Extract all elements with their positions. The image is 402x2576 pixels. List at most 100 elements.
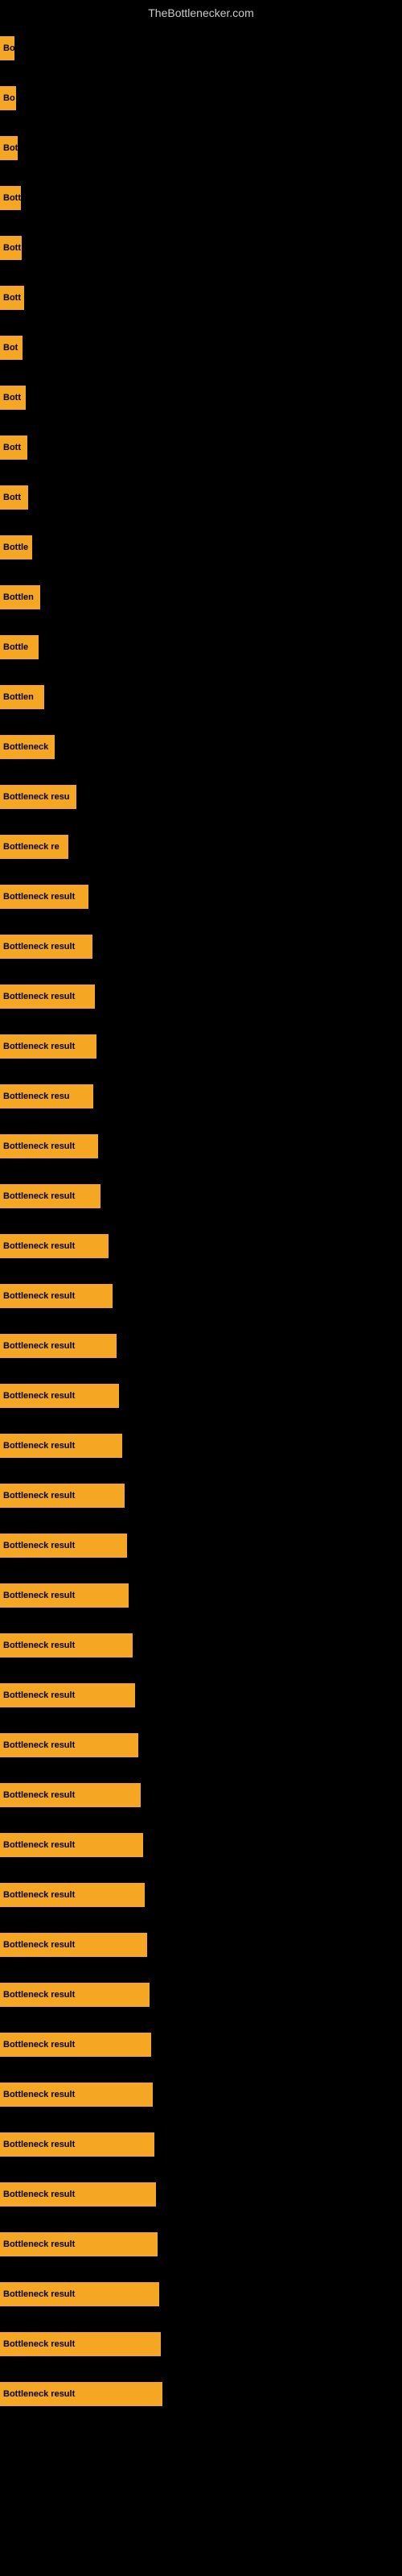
bar-row: Bottleneck result [0,2270,402,2318]
bar-label: Bottleneck result [3,2240,75,2249]
bar-item: Bottlen [0,585,40,609]
bar-row: Bott [0,473,402,522]
bar-row: Bott [0,374,402,422]
bar-item: Bottleneck result [0,1783,141,1807]
bar-item: Bottleneck result [0,1733,138,1757]
bar-label: Bottlen [3,692,34,702]
bars-container: Bo Bo Bot Bott Bott Bott Bot Bott Bott Bott Bottle… [0,24,402,2420]
bar-row: Bottleneck result [0,2120,402,2169]
bar-item: Bottleneck result [0,2132,154,2157]
bar-item: Bott [0,286,24,310]
bar-item: Bottleneck result [0,1484,125,1508]
bar-item: Bottle [0,535,32,559]
bar-row: Bott [0,423,402,472]
bar-label: Bottlen [3,592,34,602]
bar-row: Bottleneck result [0,2370,402,2418]
bar-item: Bottleneck [0,735,55,759]
bar-item: Bott [0,236,22,260]
bar-row: Bottleneck resu [0,1072,402,1121]
bar-label: Bottleneck result [3,1291,75,1301]
bar-row: Bottleneck result [0,1122,402,1170]
bar-item: Bott [0,436,27,460]
bar-row: Bottleneck re [0,823,402,871]
bar-row: Bottlen [0,673,402,721]
bar-item: Bottleneck re [0,835,68,859]
bar-item: Bottleneck result [0,2382,162,2406]
bar-row: Bott [0,274,402,322]
bar-row: Bottleneck result [0,1971,402,2019]
bar-item: Bottle [0,635,39,659]
bar-row: Bottleneck result [0,1521,402,1570]
bar-item: Bottleneck result [0,885,88,909]
bar-label: Bott [3,243,21,253]
bar-row: Bo [0,74,402,122]
bar-row: Bottleneck result [0,873,402,921]
bar-label: Bottleneck result [3,1990,75,2000]
bar-item: Bottleneck result [0,1883,145,1907]
bar-item: Bottleneck result [0,2083,153,2107]
bar-label: Bottleneck result [3,1740,75,1750]
bar-row: Bottleneck result [0,1422,402,1470]
bar-label: Bottleneck result [3,2190,75,2199]
bar-item: Bottleneck result [0,2033,151,2057]
bar-label: Bott [3,493,21,502]
bar-label: Bo [3,43,14,53]
bar-item: Bott [0,485,28,510]
bar-item: Bottleneck result [0,1284,113,1308]
bar-label: Bottleneck result [3,2090,75,2099]
bar-row: Bott [0,224,402,272]
bar-row: Bottlen [0,573,402,621]
bar-label: Bottleneck result [3,1341,75,1351]
bar-label: Bottle [3,642,28,652]
bar-row: Bottleneck result [0,1571,402,1620]
bar-row: Bottleneck result [0,1272,402,1320]
bar-label: Bott [3,193,21,203]
bar-label: Bottleneck resu [3,792,70,802]
bar-item: Bottleneck result [0,2232,158,2256]
bar-label: Bottleneck result [3,992,75,1001]
bar-row: Bottle [0,523,402,572]
site-title: TheBottlenecker.com [0,0,402,23]
bar-row: Bottle [0,623,402,671]
bar-row: Bott [0,174,402,222]
bar-row: Bottleneck result [0,1721,402,1769]
bar-label: Bottleneck resu [3,1092,70,1101]
bar-row: Bottleneck result [0,1322,402,1370]
bar-item: Bottleneck result [0,1134,98,1158]
bar-label: Bottleneck result [3,2389,75,2399]
bar-label: Bottleneck result [3,942,75,952]
bar-item: Bottleneck result [0,1633,133,1657]
bar-label: Bottleneck re [3,842,59,852]
bar-item: Bo [0,86,16,110]
bar-item: Bottleneck resu [0,1084,93,1108]
bar-item: Bottleneck result [0,2332,161,2356]
bar-label: Bot [3,343,18,353]
bar-label: Bottleneck result [3,2339,75,2349]
bar-label: Bottleneck result [3,2289,75,2299]
bar-row: Bottleneck result [0,1921,402,1969]
bar-item: Bottleneck result [0,985,95,1009]
bar-label: Bottleneck result [3,1042,75,1051]
bar-label: Bottleneck result [3,892,75,902]
bar-row: Bottleneck result [0,1222,402,1270]
bar-row: Bottleneck result [0,1472,402,1520]
bar-item: Bottleneck result [0,1983,150,2007]
bar-item: Bottleneck result [0,1534,127,1558]
bar-label: Bottleneck result [3,1641,75,1650]
bar-row: Bottleneck result [0,1821,402,1869]
bar-label: Bo [3,93,15,103]
bar-item: Bottlen [0,685,44,709]
bar-label: Bott [3,393,21,402]
bar-row: Bottleneck result [0,1871,402,1919]
bar-label: Bot [3,143,18,153]
bar-label: Bottle [3,543,28,552]
bar-item: Bottleneck resu [0,785,76,809]
bar-label: Bottleneck [3,742,48,752]
bar-item: Bottleneck result [0,2282,159,2306]
bar-item: Bottleneck result [0,1334,117,1358]
bar-item: Bo [0,36,14,60]
bar-label: Bottleneck result [3,2040,75,2050]
bar-label: Bottleneck result [3,1391,75,1401]
bar-row: Bottleneck resu [0,773,402,821]
bar-label: Bottleneck result [3,1591,75,1600]
